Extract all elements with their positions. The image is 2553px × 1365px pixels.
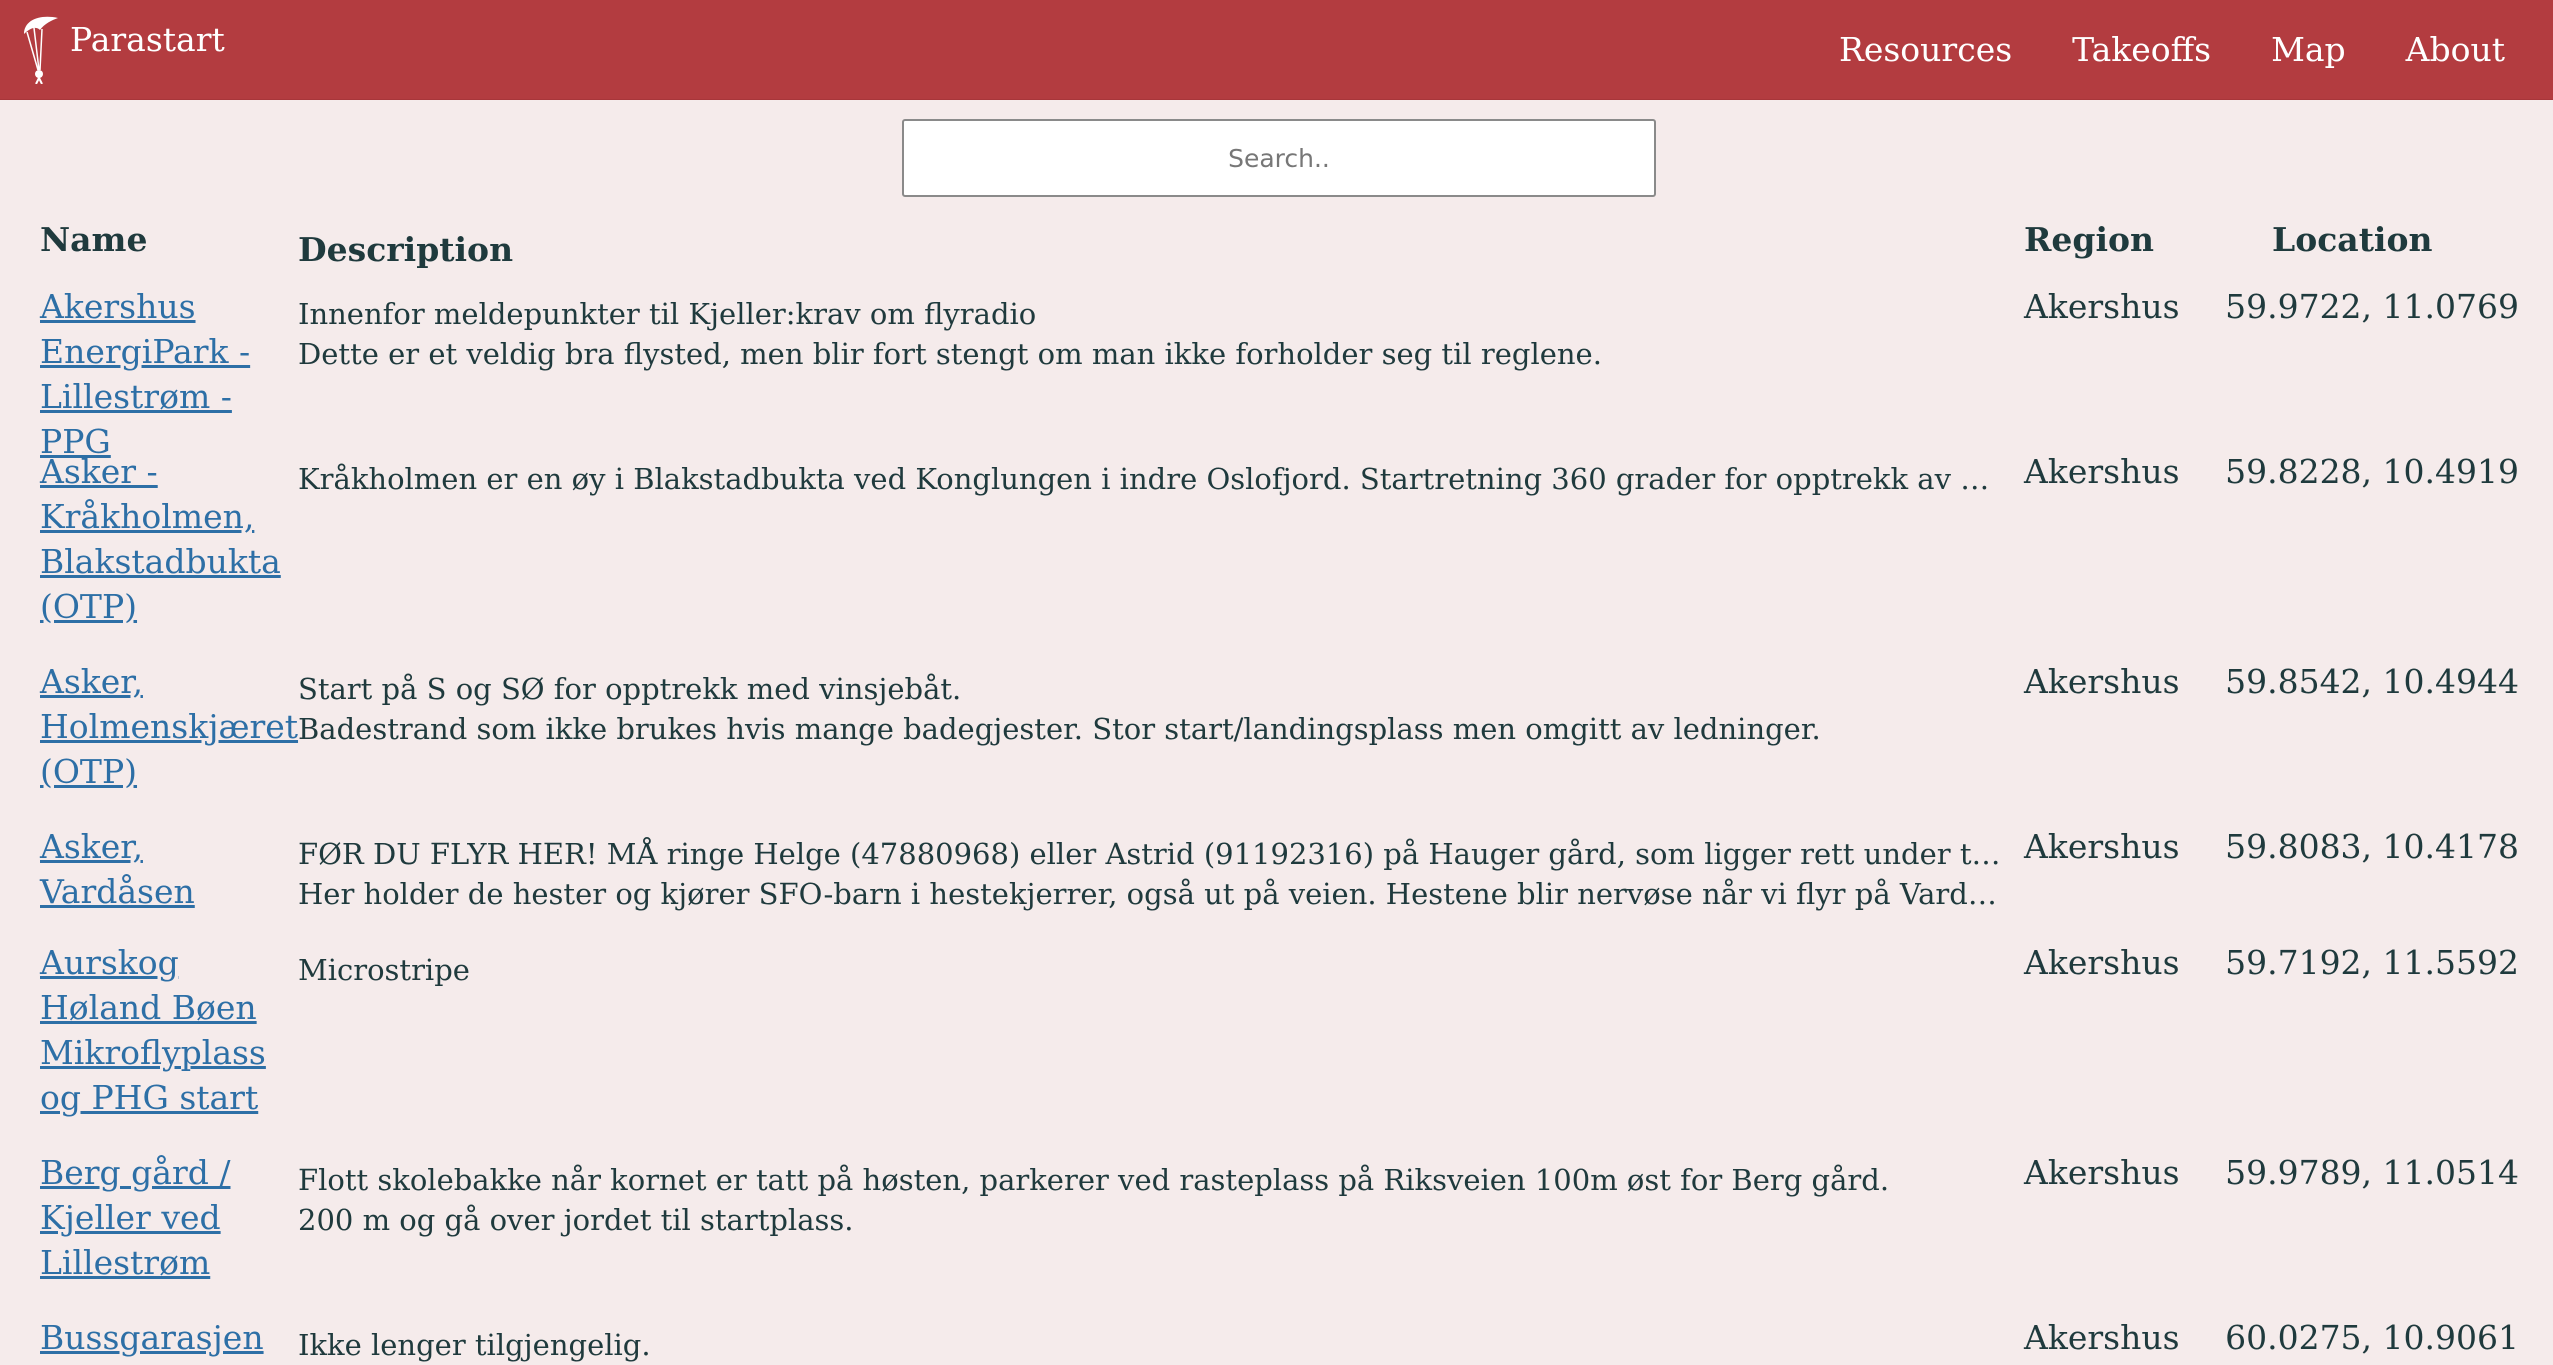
takeoff-description: Start på S og SØ for opptrekk med vinsje… — [298, 669, 2003, 749]
paraglider-icon — [24, 16, 58, 84]
takeoff-region: Akershus — [2024, 1318, 2180, 1357]
takeoff-location: 59.8228, 10.4919 — [2225, 452, 2519, 491]
takeoff-location: 59.8542, 10.4944 — [2225, 662, 2519, 701]
takeoff-region: Akershus — [2024, 287, 2180, 326]
takeoff-region: Akershus — [2024, 943, 2180, 982]
column-header-region: Region — [2024, 220, 2155, 259]
description-line: Microstripe — [298, 953, 470, 987]
takeoff-name-link[interactable]: Aurskog Høland Bøen Mikroflyplass og PHG… — [40, 940, 290, 1120]
takeoff-location: 60.0275, 10.9061 — [2225, 1318, 2519, 1357]
takeoff-name-link[interactable]: Asker, Holmenskjæret (OTP) — [40, 659, 298, 794]
takeoff-name-link[interactable]: Akershus EnergiPark - Lillestrøm - PPG — [40, 284, 290, 464]
brand-link[interactable]: Parastart — [18, 14, 225, 84]
description-line: Her holder de hester og kjører SFO-barn … — [298, 877, 2003, 911]
nav-links: Resources Takeoffs Map About — [1779, 0, 2505, 99]
takeoff-name-link[interactable]: Asker - Kråkholmen, Blakstadbukta (OTP) — [40, 449, 290, 629]
description-line: Badestrand som ikke brukes hvis mange ba… — [298, 712, 1821, 746]
takeoff-name-link[interactable]: Bussgarasjen — [40, 1315, 290, 1360]
takeoff-location: 59.7192, 11.5592 — [2225, 943, 2519, 982]
takeoff-description: FØR DU FLYR HER! MÅ ringe Helge (4788096… — [298, 834, 2003, 914]
takeoff-name-link[interactable]: Berg gård / Kjeller ved Lillestrøm — [40, 1150, 290, 1285]
nav-link-takeoffs[interactable]: Takeoffs — [2072, 30, 2211, 69]
takeoff-description: Flott skolebakke når kornet er tatt på h… — [298, 1160, 2003, 1240]
takeoff-description: Kråkholmen er en øy i Blakstadbukta ved … — [298, 459, 2003, 499]
brand-label: Parastart — [70, 20, 225, 59]
nav-link-resources[interactable]: Resources — [1839, 30, 2012, 69]
takeoff-name-link[interactable]: Asker, Vardåsen — [40, 824, 290, 914]
navbar: Parastart Resources Takeoffs Map About — [0, 0, 2553, 100]
column-header-description: Description — [298, 230, 514, 269]
description-line: Kråkholmen er en øy i Blakstadbukta ved … — [298, 462, 2003, 496]
description-line: Start på S og SØ for opptrekk med vinsje… — [298, 672, 962, 706]
description-line: Dette er et veldig bra flysted, men blir… — [298, 337, 1602, 371]
nav-link-about[interactable]: About — [2406, 30, 2505, 69]
description-line: Ikke lenger tilgjengelig. — [298, 1328, 651, 1362]
column-header-location: Location — [2272, 220, 2433, 259]
takeoff-description: Innenfor meldepunkter til Kjeller:krav o… — [298, 294, 2003, 374]
takeoff-location: 59.9722, 11.0769 — [2225, 287, 2519, 326]
takeoff-region: Akershus — [2024, 827, 2180, 866]
takeoff-region: Akershus — [2024, 662, 2180, 701]
description-line: 200 m og gå over jordet til startplass. — [298, 1203, 854, 1237]
nav-link-map[interactable]: Map — [2271, 30, 2346, 69]
takeoff-location: 59.8083, 10.4178 — [2225, 827, 2519, 866]
column-header-name: Name — [40, 220, 148, 259]
description-line: Innenfor meldepunkter til Kjeller:krav o… — [298, 297, 1037, 331]
description-line: FØR DU FLYR HER! MÅ ringe Helge (4788096… — [298, 837, 2003, 871]
takeoff-description: Ikke lenger tilgjengelig. — [298, 1325, 2003, 1365]
takeoff-region: Akershus — [2024, 452, 2180, 491]
takeoff-description: Microstripe — [298, 950, 2003, 990]
description-line: Flott skolebakke når kornet er tatt på h… — [298, 1163, 1890, 1197]
takeoff-region: Akershus — [2024, 1153, 2180, 1192]
search-input[interactable] — [902, 119, 1656, 197]
takeoff-location: 59.9789, 11.0514 — [2225, 1153, 2519, 1192]
